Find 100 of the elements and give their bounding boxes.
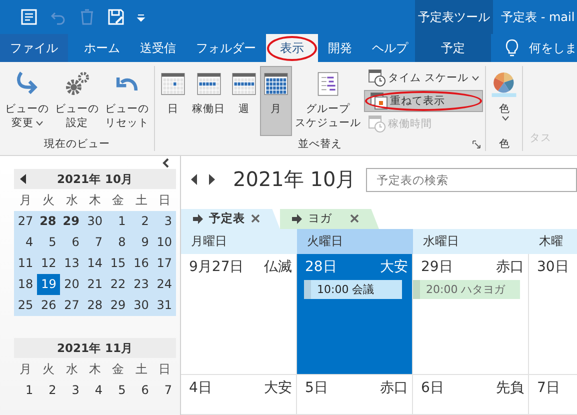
date-cell[interactable]: 21	[83, 274, 107, 295]
ribbon-tab[interactable]: 送受信	[130, 34, 186, 62]
next-icon[interactable]	[208, 174, 215, 186]
day-cell[interactable]: 7日	[529, 375, 577, 415]
view-button[interactable]: ビューの 変更	[2, 66, 52, 136]
date-cell[interactable]: 14	[83, 253, 107, 274]
day-cell[interactable]: 5日 赤口	[297, 375, 413, 415]
app-icon[interactable]	[20, 8, 38, 26]
date-cell[interactable]: 1	[14, 380, 38, 401]
date-cell[interactable]: 18	[14, 274, 38, 295]
collapse-icon[interactable]	[162, 158, 170, 168]
dialog-launcher-icon[interactable]	[472, 140, 482, 149]
weekday-label: 土	[134, 192, 148, 209]
date-cell[interactable]: 30	[130, 295, 153, 316]
view-button[interactable]: ビューの 設定	[52, 66, 102, 136]
ribbon-tab[interactable]: ホーム	[74, 34, 130, 62]
view-button[interactable]: 日	[157, 66, 189, 136]
view-button[interactable]: 週	[228, 66, 260, 136]
weekday-label: 日	[157, 192, 172, 209]
date-cell[interactable]: 25	[14, 295, 38, 316]
rokuyo-label: 大安	[264, 379, 292, 398]
previous-icon[interactable]	[191, 174, 198, 186]
ribbon-tab[interactable]: 表示	[266, 34, 318, 62]
previous-icon[interactable]	[20, 174, 27, 184]
date-cell[interactable]: 4	[83, 380, 107, 401]
date-cell[interactable]: 24	[152, 274, 176, 295]
rokuyo-label: 大安	[380, 258, 408, 277]
date-cell[interactable]: 3	[60, 380, 84, 401]
event[interactable]: 10:00 会議	[304, 280, 402, 299]
date-label: 9月27日	[189, 258, 244, 277]
date-cell[interactable]: 2	[130, 211, 153, 232]
date-cell[interactable]: 7	[83, 232, 107, 253]
date-cell[interactable]: 6	[130, 380, 153, 401]
date-cell[interactable]: 27	[14, 211, 38, 232]
date-cell[interactable]: 13	[60, 253, 84, 274]
search-field[interactable]: 予定表の検索	[366, 168, 577, 192]
date-cell[interactable]: 2	[37, 380, 60, 401]
ribbon-tab[interactable]: ヘルプ	[362, 34, 418, 62]
date-cell[interactable]: 6	[60, 232, 84, 253]
date-cell[interactable]: 3	[152, 211, 176, 232]
calendar-tab[interactable]: 予定表	[181, 208, 280, 229]
ribbon-tab[interactable]: ファイル	[0, 34, 68, 62]
date-cell[interactable]: 29	[60, 211, 84, 232]
context-group-label: 予定表ツール	[415, 0, 493, 34]
date-cell[interactable]: 15	[106, 253, 130, 274]
day-cell[interactable]: 4日 大安	[181, 375, 297, 415]
overlay-calendar-icon	[370, 92, 388, 110]
date-cell[interactable]: 20	[60, 274, 84, 295]
date-cell[interactable]: 22	[106, 274, 130, 295]
calendar-tab[interactable]: ヨガ	[280, 208, 379, 229]
lightbulb-icon	[505, 39, 519, 57]
date-label: 28日	[305, 258, 337, 277]
date-cell[interactable]: 4	[14, 232, 38, 253]
date-cell[interactable]: 29	[106, 295, 130, 316]
date-cell[interactable]: 30	[83, 211, 107, 232]
date-label: 29日	[421, 258, 453, 277]
day-cell[interactable]: 28日 大安 10:00 会議	[297, 254, 413, 375]
weekday-label: 水	[64, 361, 79, 378]
close-icon[interactable]	[350, 214, 359, 224]
close-icon[interactable]	[251, 214, 260, 224]
tell-me-field[interactable]: 何をしま	[529, 40, 577, 56]
window-title: 予定表 - mail	[500, 8, 575, 26]
arrange-button[interactable]: 重ねて表示	[364, 90, 484, 112]
ribbon-tab[interactable]: フォルダー	[186, 34, 266, 62]
date-cell[interactable]: 17	[152, 253, 176, 274]
event[interactable]: 20:00 ハタヨガ	[413, 280, 520, 299]
day-cell[interactable]: 6日 先負	[413, 375, 529, 415]
save-icon[interactable]	[107, 8, 125, 26]
date-label: 7日	[537, 379, 560, 398]
date-cell[interactable]: 7	[152, 380, 176, 401]
day-cell[interactable]: 30日	[529, 254, 577, 375]
day-cell[interactable]: 29日 赤口 20:00 ハタヨガ	[413, 254, 529, 375]
month-title: 2021年 10月	[56, 172, 133, 186]
date-cell[interactable]: 1	[106, 211, 130, 232]
date-cell[interactable]: 23	[130, 274, 153, 295]
date-cell[interactable]: 27	[60, 295, 84, 316]
view-button[interactable]: 稼働日	[189, 66, 228, 136]
date-cell[interactable]: 12	[37, 253, 60, 274]
date-cell[interactable]: 11	[14, 253, 38, 274]
ribbon-tab[interactable]: 開発	[318, 34, 362, 62]
date-cell[interactable]: 5	[37, 232, 60, 253]
date-cell[interactable]: 26	[37, 295, 60, 316]
view-button[interactable]: ビューの リセット	[102, 66, 152, 136]
weekday-header: 月曜日	[181, 229, 297, 254]
date-cell[interactable]: 9	[130, 232, 153, 253]
view-button[interactable]: グループ スケジュール	[292, 66, 364, 136]
weekday-label: 火	[42, 361, 56, 378]
view-button[interactable]: 色	[488, 66, 520, 136]
date-cell[interactable]: 28	[83, 295, 107, 316]
date-cell[interactable]: 19	[37, 274, 60, 295]
date-cell[interactable]: 8	[106, 232, 130, 253]
date-cell[interactable]: 16	[130, 253, 153, 274]
arrange-button[interactable]: タイム スケール	[364, 67, 484, 89]
view-button[interactable]: 月	[260, 66, 292, 136]
ribbon-tab[interactable]: 予定	[415, 34, 491, 62]
date-cell[interactable]: 31	[152, 295, 176, 316]
schedule-icon	[315, 71, 341, 97]
date-cell[interactable]: 28	[37, 211, 60, 232]
date-cell[interactable]: 5	[106, 380, 130, 401]
date-cell[interactable]: 10	[152, 232, 176, 253]
